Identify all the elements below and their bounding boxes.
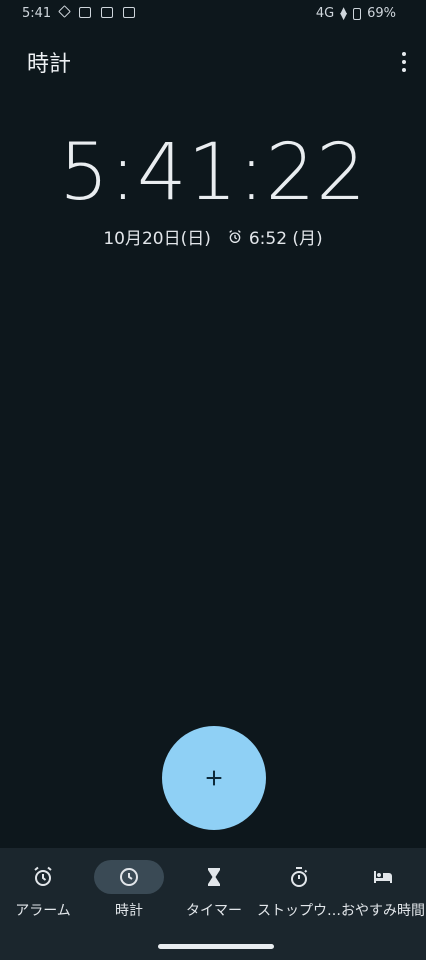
status-right: 4G ▲ ▼ 69% bbox=[316, 6, 396, 21]
alarm-icon bbox=[229, 229, 241, 243]
nav-label-stopwatch: ストップウ… bbox=[257, 903, 341, 919]
status-notification-icons bbox=[58, 5, 135, 18]
nav-label-bedtime: おやすみ時間 bbox=[341, 903, 425, 919]
date-line: 10月20日(日) 6:52 (月) bbox=[0, 224, 426, 249]
bed-icon bbox=[374, 871, 392, 883]
nav-item-alarm[interactable]: アラーム bbox=[0, 860, 86, 920]
network-type: 4G bbox=[315, 6, 335, 21]
nav-label-timer: タイマー bbox=[186, 903, 242, 919]
app-bar: 時計 bbox=[0, 44, 426, 84]
calendar-icon bbox=[101, 7, 113, 18]
status-bar: 5:41 4G ▲ ▼ 69% bbox=[0, 0, 426, 28]
nav-item-stopwatch[interactable]: ストップウ… bbox=[256, 860, 342, 920]
more-vert-icon[interactable] bbox=[400, 52, 408, 72]
next-alarm-time: 6:52 (月) bbox=[248, 229, 323, 249]
nav-item-timer[interactable]: タイマー bbox=[171, 860, 257, 920]
calendar-icon bbox=[123, 7, 135, 18]
clock-icon bbox=[120, 868, 138, 886]
stopwatch-icon bbox=[291, 867, 308, 887]
status-time: 5:41 bbox=[22, 6, 52, 21]
page-title: 時計 bbox=[27, 52, 72, 77]
digital-clock: 5:41:22 bbox=[59, 128, 367, 218]
nav-label-clock: 時計 bbox=[115, 903, 143, 919]
next-alarm[interactable]: 6:52 (月) bbox=[227, 224, 323, 249]
alarm-icon bbox=[34, 866, 52, 886]
active-indicator bbox=[94, 860, 164, 894]
data-arrows-icon: ▲ ▼ bbox=[340, 5, 348, 22]
nav-label-alarm: アラーム bbox=[15, 903, 71, 919]
add-city-button[interactable] bbox=[162, 726, 266, 830]
home-indicator[interactable] bbox=[158, 944, 274, 949]
add-icon bbox=[206, 770, 222, 786]
battery-percent: 69% bbox=[367, 6, 396, 21]
calendar-icon bbox=[79, 7, 91, 18]
battery-icon bbox=[353, 7, 362, 20]
current-date: 10月20日(日) bbox=[103, 229, 211, 249]
notification-icon bbox=[58, 5, 71, 18]
nav-item-clock[interactable]: 時計 bbox=[86, 860, 172, 920]
hourglass-icon bbox=[208, 868, 220, 886]
nav-item-bedtime[interactable]: おやすみ時間 bbox=[340, 860, 426, 920]
